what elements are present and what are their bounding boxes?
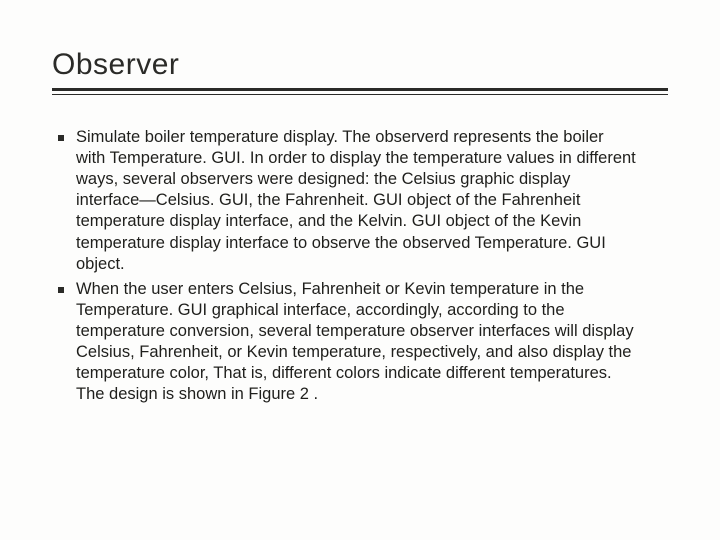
bullet-text: Simulate boiler temperature display. The… — [76, 127, 636, 275]
slide: Observer Simulate boiler temperature dis… — [0, 0, 720, 540]
bullet-icon — [58, 135, 64, 141]
bullet-list: Simulate boiler temperature display. The… — [58, 127, 668, 405]
title-block: Observer — [52, 48, 668, 95]
title-rule-thin — [52, 94, 668, 95]
list-item: When the user enters Celsius, Fahrenheit… — [58, 279, 668, 406]
slide-body: Simulate boiler temperature display. The… — [52, 127, 668, 405]
list-item: Simulate boiler temperature display. The… — [58, 127, 668, 275]
title-rule-thick — [52, 88, 668, 91]
bullet-text: When the user enters Celsius, Fahrenheit… — [76, 279, 636, 406]
slide-title: Observer — [52, 48, 668, 88]
bullet-icon — [58, 287, 64, 293]
